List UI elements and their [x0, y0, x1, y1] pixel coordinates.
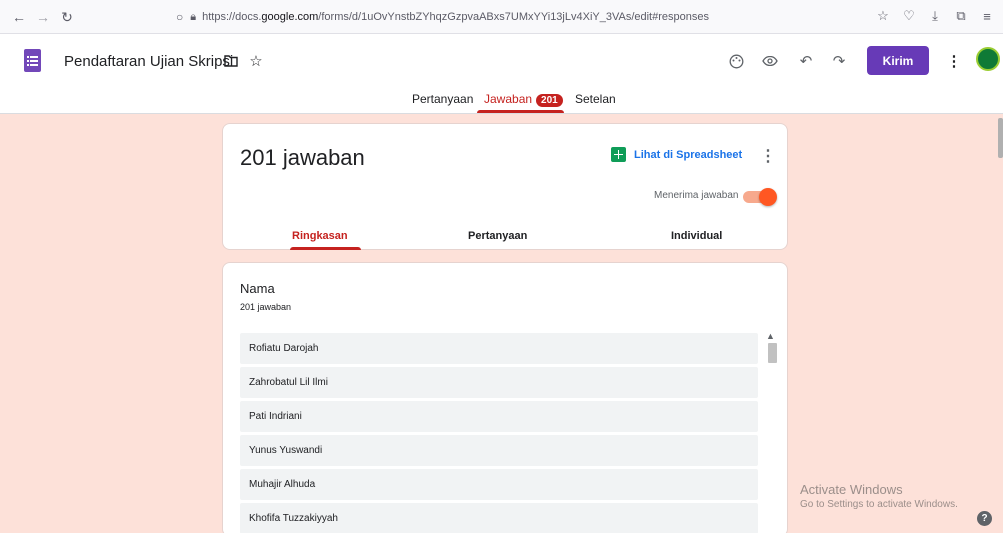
pocket-icon[interactable]: ♡ [899, 6, 919, 26]
view-in-sheets-link[interactable]: Lihat di Spreadsheet [611, 147, 742, 162]
top-tabs: Pertanyaan Jawaban 201 Setelan [0, 92, 1003, 114]
responses-more-icon[interactable]: ⋮ [760, 146, 776, 166]
forms-header: Pendaftaran Ujian Skripsi ☆ ↶ ↷ Kirim ⋮ … [0, 34, 1003, 114]
folder-icon[interactable] [221, 51, 241, 71]
answers-scrollbar[interactable]: ▲ [765, 331, 779, 533]
address-bar[interactable]: ○ 🔒︎ https://docs. google.com/forms/d/1uO… [176, 7, 709, 27]
list-item: Khofifa Tuzzakiyyah [240, 503, 758, 533]
star-icon[interactable]: ☆ [246, 51, 266, 71]
responses-count-badge: 201 [536, 94, 563, 107]
menu-icon[interactable]: ≡ [977, 6, 997, 26]
responses-count-title: 201 jawaban [240, 145, 365, 170]
toggle-knob [759, 188, 777, 206]
answers-list: Rofiatu Darojah Zahrobatul Lil Ilmi Pati… [240, 333, 758, 533]
scroll-up-icon[interactable]: ▲ [766, 331, 775, 341]
sheets-icon [611, 147, 626, 162]
page-scrollbar-thumb[interactable] [998, 118, 1003, 158]
list-item: Yunus Yuswandi [240, 435, 758, 466]
forms-logo-icon[interactable] [24, 49, 41, 72]
accepting-responses-label: Menerima jawaban [654, 190, 739, 201]
browser-toolbar: ← → ↻ ○ 🔒︎ https://docs. google.com/forms… [0, 0, 1003, 34]
back-icon[interactable]: ← [8, 6, 30, 28]
tab-settings[interactable]: Setelan [575, 92, 616, 106]
active-tab-indicator [477, 110, 564, 113]
responses-summary-card: 201 jawaban Lihat di Spreadsheet ⋮ Mener… [222, 123, 788, 250]
extensions-icon[interactable]: ⧉ [951, 6, 971, 26]
watermark-title: Activate Windows [800, 482, 903, 497]
accepting-responses-toggle[interactable] [743, 188, 777, 206]
tab-questions[interactable]: Pertanyaan [412, 92, 473, 106]
windows-activation-watermark: Activate Windows Go to Settings to activ… [800, 482, 958, 510]
url-path: /forms/d/1uOvYnstbZYhqzGzpvaABxs7UMxYYi1… [318, 11, 709, 23]
scrollbar-thumb[interactable] [768, 343, 777, 363]
tab-responses[interactable]: Jawaban 201 [484, 92, 563, 107]
lock-icon: 🔒︎ [190, 10, 197, 23]
undo-icon[interactable]: ↶ [796, 51, 816, 71]
redo-icon[interactable]: ↷ [829, 51, 849, 71]
bookmark-star-icon[interactable]: ☆ [873, 6, 893, 26]
subtab-individual[interactable]: Individual [671, 230, 722, 242]
send-button[interactable]: Kirim [867, 46, 929, 75]
avatar[interactable] [976, 47, 1000, 71]
preview-eye-icon[interactable] [760, 51, 780, 71]
list-item: Pati Indriani [240, 401, 758, 432]
shield-icon: ○ [176, 10, 184, 24]
download-icon[interactable]: ⤓ [925, 6, 945, 26]
question-response-count: 201 jawaban [240, 302, 292, 312]
subtab-active-indicator [290, 247, 361, 250]
view-in-sheets-label: Lihat di Spreadsheet [634, 148, 743, 161]
list-item: Rofiatu Darojah [240, 333, 758, 364]
more-options-icon[interactable]: ⋮ [944, 51, 964, 71]
document-title[interactable]: Pendaftaran Ujian Skripsi [64, 53, 233, 70]
palette-icon[interactable] [726, 51, 746, 71]
list-item: Zahrobatul Lil Ilmi [240, 367, 758, 398]
forward-icon[interactable]: → [32, 6, 54, 28]
reload-icon[interactable]: ↻ [56, 6, 78, 28]
question-title: Nama [240, 281, 275, 296]
question-summary-card: Nama 201 jawaban Rofiatu Darojah Zahroba… [222, 262, 788, 533]
subtab-summary[interactable]: Ringkasan [292, 230, 348, 242]
url-host: google.com [261, 11, 319, 23]
help-icon[interactable]: ? [977, 511, 992, 526]
watermark-subtitle: Go to Settings to activate Windows. [800, 499, 958, 510]
subtab-questions[interactable]: Pertanyaan [468, 230, 527, 242]
url-prefix: https://docs. [202, 11, 262, 23]
tab-responses-label: Jawaban [484, 92, 533, 106]
list-item: Muhajir Alhuda [240, 469, 758, 500]
